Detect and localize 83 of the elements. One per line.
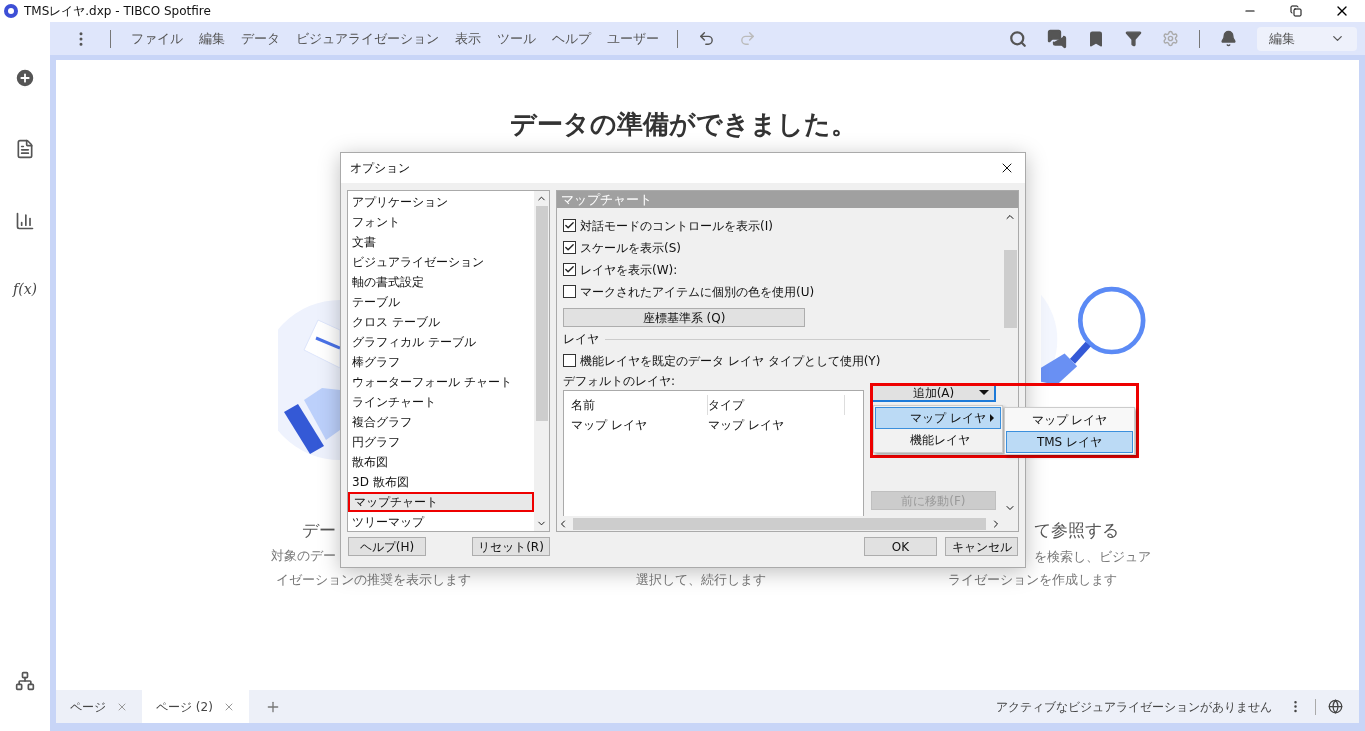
checkbox[interactable] bbox=[563, 354, 576, 367]
hierarchy-icon[interactable] bbox=[15, 671, 35, 691]
scrollbar[interactable] bbox=[534, 191, 549, 531]
card-description: 対象のデー bbox=[271, 546, 336, 565]
checkbox[interactable] bbox=[563, 219, 576, 232]
menu-item[interactable]: ツール bbox=[489, 28, 544, 49]
default-layers-label: デフォルトのレイヤ: bbox=[563, 373, 677, 389]
category-item[interactable]: ビジュアライゼーション bbox=[348, 252, 534, 272]
menu-item[interactable]: ファイル bbox=[123, 28, 191, 49]
menu-item[interactable]: 表示 bbox=[447, 28, 489, 49]
formula-button[interactable]: f(x) bbox=[13, 279, 37, 300]
category-item[interactable]: 3D 散布図 bbox=[348, 472, 534, 492]
card-description: を検索し、ビジュア bbox=[1034, 547, 1151, 566]
checkbox[interactable] bbox=[563, 285, 576, 298]
scrollbar-thumb[interactable] bbox=[1003, 250, 1017, 328]
mode-dropdown[interactable]: 編集 bbox=[1257, 26, 1357, 51]
category-item[interactable]: テーブル bbox=[348, 292, 534, 312]
category-item[interactable]: フォント bbox=[348, 212, 534, 232]
category-item[interactable]: ツリーマップ bbox=[348, 512, 534, 531]
menu-item[interactable]: ヘルプ bbox=[544, 28, 599, 49]
option-label: レイヤを表示(W): bbox=[580, 261, 678, 279]
category-item[interactable]: グラフィカル テーブル bbox=[348, 332, 534, 352]
category-item[interactable]: 文書 bbox=[348, 232, 534, 252]
reset-button[interactable]: リセット(R) bbox=[472, 537, 550, 556]
help-button[interactable]: ヘルプ(H) bbox=[348, 537, 426, 556]
column-header[interactable]: 名前 bbox=[571, 395, 708, 415]
page-heading: データの準備ができました。 bbox=[510, 108, 857, 140]
scrollbar-thumb[interactable] bbox=[535, 206, 548, 421]
cancel-button[interactable]: キャンセル bbox=[945, 537, 1018, 556]
bookmark-icon[interactable] bbox=[1087, 29, 1105, 48]
menu-item[interactable]: ビジュアライゼーション bbox=[288, 28, 447, 49]
card-description: イゼーションの推奨を表示します bbox=[276, 572, 471, 587]
category-item[interactable]: 軸の書式設定 bbox=[348, 272, 534, 292]
card-title: デー bbox=[302, 519, 336, 542]
undo-icon[interactable] bbox=[698, 30, 715, 47]
card-description: 選択して、続行します bbox=[636, 572, 766, 587]
option-label: 対話モードのコントロールを表示(I) bbox=[580, 217, 773, 235]
category-item[interactable]: クロス テーブル bbox=[348, 312, 534, 332]
option-label: 機能レイヤを既定のデータ レイヤ タイプとして使用(Y) bbox=[580, 352, 881, 370]
category-item[interactable]: ラインチャート bbox=[348, 392, 534, 412]
page-tab[interactable]: ページ (2) bbox=[142, 690, 249, 723]
notification-icon[interactable] bbox=[1220, 30, 1237, 47]
checkbox[interactable] bbox=[563, 263, 576, 276]
menu-item[interactable]: マップ レイヤ bbox=[875, 407, 1001, 429]
filter-icon[interactable] bbox=[1125, 30, 1142, 47]
table-cell-text: マップ レイヤ bbox=[708, 417, 785, 434]
menu-item[interactable]: TMS レイヤ bbox=[1006, 431, 1133, 453]
globe-icon[interactable] bbox=[1328, 699, 1343, 714]
status-text: アクティブなビジュアライゼーションがありません bbox=[996, 698, 1272, 716]
checkbox[interactable] bbox=[563, 241, 576, 254]
card-title: て参照する bbox=[1034, 519, 1120, 542]
page-tab[interactable]: ページ bbox=[56, 690, 142, 723]
dialog-title: オプション bbox=[350, 160, 410, 177]
comments-icon[interactable] bbox=[1047, 28, 1067, 49]
option-label: スケールを表示(S) bbox=[580, 239, 681, 257]
restore-icon bbox=[1290, 5, 1302, 17]
category-item[interactable]: 散布図 bbox=[348, 452, 534, 472]
scrollbar-thumb[interactable] bbox=[573, 517, 986, 530]
category-item[interactable]: 円グラフ bbox=[348, 432, 534, 452]
window-title: TMSレイヤ.dxp - TIBCO Spotfire bbox=[24, 3, 211, 20]
crs-button[interactable]: 座標基準系 (Q) bbox=[563, 308, 805, 327]
ok-button[interactable]: OK bbox=[864, 537, 937, 556]
document-icon[interactable] bbox=[15, 139, 35, 159]
category-item[interactable]: アプリケーション bbox=[348, 192, 534, 212]
category-item[interactable]: マップチャート bbox=[348, 492, 534, 512]
category-item[interactable]: ウォーターフォール チャート bbox=[348, 372, 534, 392]
group-label: レイヤ bbox=[563, 331, 599, 348]
search-icon[interactable] bbox=[1009, 29, 1027, 48]
menu-item[interactable]: 編集 bbox=[191, 28, 233, 49]
category-item[interactable]: 複合グラフ bbox=[348, 412, 534, 432]
option-label: マークされたアイテムに個別の色を使用(U) bbox=[580, 283, 815, 301]
menu-item[interactable]: 機能レイヤ bbox=[875, 429, 1001, 451]
app-logo-icon bbox=[4, 4, 18, 18]
section-header: マップチャート bbox=[557, 191, 1018, 208]
card-description: ライゼーションを作成します bbox=[948, 572, 1117, 587]
add-icon[interactable] bbox=[14, 67, 36, 89]
category-item[interactable]: 棒グラフ bbox=[348, 352, 534, 372]
table-cell-text: マップ レイヤ bbox=[571, 417, 648, 434]
menu-item[interactable]: マップ レイヤ bbox=[1006, 409, 1133, 431]
bar-chart-icon[interactable] bbox=[15, 211, 35, 231]
menu-item[interactable]: ユーザー bbox=[599, 28, 667, 49]
column-header[interactable]: タイプ bbox=[708, 395, 845, 415]
menu-item[interactable]: データ bbox=[233, 28, 288, 49]
